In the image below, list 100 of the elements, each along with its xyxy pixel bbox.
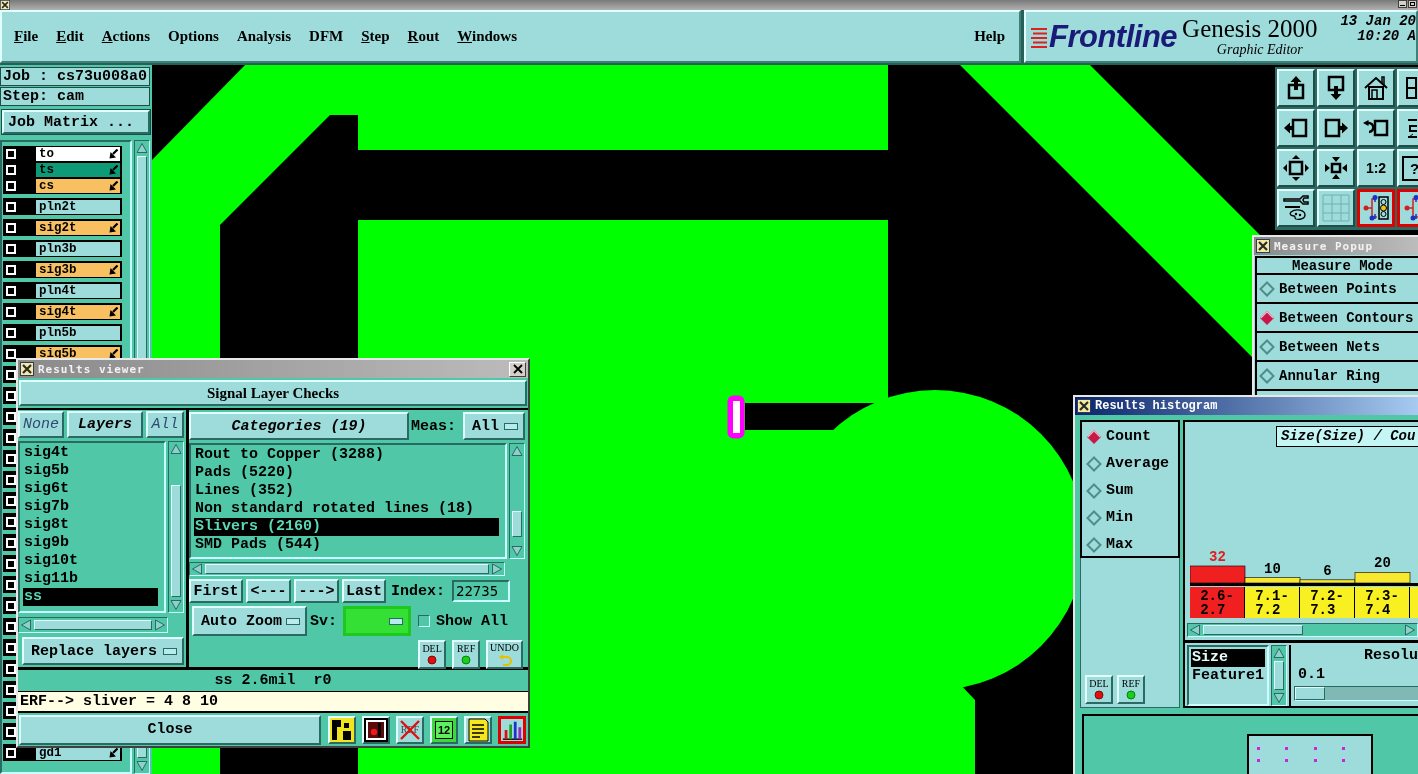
menu-item[interactable]: DFM (308, 25, 345, 48)
bin-label[interactable]: 7.1-7.2 (1245, 587, 1300, 618)
layer-item[interactable]: sig5b (23, 462, 158, 480)
layer-name[interactable]: sig3b (36, 262, 120, 277)
layer-name[interactable]: cs (36, 179, 120, 193)
vertical-scrollbar[interactable] (509, 443, 525, 559)
layer-checkbox[interactable] (6, 285, 16, 296)
bin-label[interactable]: 2.6-2.7 (1190, 587, 1245, 618)
category-item[interactable]: Lines (352) (194, 482, 499, 500)
field-item[interactable]: Size (1191, 649, 1265, 667)
last-button[interactable]: Last (342, 579, 386, 603)
help-menu[interactable]: Help (973, 25, 1006, 48)
radio-option[interactable]: Annular Ring (1257, 362, 1418, 391)
histogram-bar[interactable] (1299, 579, 1356, 584)
index-field[interactable]: 22735 (452, 580, 510, 602)
layer-mode-menu[interactable]: Replace layers (22, 637, 184, 665)
scroll-thumb[interactable] (34, 620, 152, 630)
undo-button[interactable]: UNDO (486, 639, 523, 669)
scroll-thumb[interactable] (171, 485, 181, 597)
horizontal-scrollbar[interactable] (18, 617, 168, 633)
layer-name[interactable]: sig2t (36, 220, 120, 235)
first-button[interactable]: First (189, 579, 243, 603)
bin-label[interactable]: 7.3-7.4 (1355, 587, 1410, 618)
layer-item[interactable]: sig7b (23, 498, 158, 516)
layer-item[interactable]: sig8t (23, 516, 158, 534)
delete-button[interactable]: DEL (418, 639, 447, 669)
zoom-mode-menu[interactable]: Auto Zoom (192, 606, 307, 636)
histogram-bar[interactable] (1354, 572, 1411, 584)
previous-button[interactable]: <--- (246, 579, 291, 603)
layer-checkbox[interactable] (6, 327, 16, 338)
layer-checkbox[interactable] (6, 348, 16, 359)
menu-item[interactable]: Actions (100, 25, 152, 48)
layer-checkbox[interactable] (6, 243, 16, 254)
category-item[interactable]: Non standard rotated lines (18) (194, 500, 499, 518)
scroll-thumb[interactable] (1274, 661, 1284, 690)
menu-item[interactable]: Step (360, 25, 391, 48)
show-all-checkbox[interactable] (418, 615, 430, 627)
job-matrix-button[interactable]: Job Matrix ... (2, 110, 150, 134)
layer-item[interactable]: sig11b (23, 570, 158, 588)
radio-option[interactable]: Between Contours (1257, 304, 1418, 333)
layer-checkbox[interactable] (6, 201, 16, 212)
next-button[interactable]: ---> (294, 579, 339, 603)
ref-button[interactable]: REF (1117, 675, 1145, 704)
vertical-scrollbar[interactable] (1271, 645, 1287, 706)
maximize-button[interactable] (1408, 0, 1417, 8)
category-item[interactable]: Rout to Copper (3288) (194, 446, 499, 464)
layer-checkbox[interactable] (6, 149, 16, 159)
layer-item[interactable]: sig10t (23, 552, 158, 570)
toolbar-button[interactable]: ? (1397, 149, 1418, 187)
meas-menu[interactable]: All (463, 412, 525, 440)
minimize-button[interactable] (1398, 0, 1407, 8)
layer-checkbox[interactable] (6, 222, 16, 233)
radio-option[interactable]: Count (1086, 423, 1178, 450)
menu-item[interactable]: Analysis (235, 25, 293, 48)
horizontal-scrollbar[interactable] (1187, 623, 1418, 637)
radio-option[interactable]: Min (1086, 504, 1178, 531)
layer-name[interactable]: pln4t (36, 283, 120, 298)
tool-button[interactable] (498, 715, 526, 744)
layer-name[interactable]: ts (36, 163, 120, 177)
layer-checkbox[interactable] (6, 306, 16, 317)
tool-button[interactable]: 12 (430, 715, 458, 744)
radio-option[interactable]: Average (1086, 450, 1178, 477)
radio-option[interactable]: Sum (1086, 477, 1178, 504)
ref-button[interactable]: REF (452, 639, 481, 669)
categories-button[interactable]: Categories (19) (189, 412, 409, 440)
layer-name[interactable]: pln2t (36, 199, 120, 214)
field-item[interactable]: Feature1 (1191, 667, 1265, 685)
menu-item[interactable]: Windows (456, 25, 519, 48)
layer-checkbox[interactable] (6, 747, 16, 758)
layer-checkbox[interactable] (6, 264, 16, 275)
menu-item[interactable]: Edit (55, 25, 85, 48)
histogram-bar[interactable] (1190, 565, 1246, 584)
layer-item[interactable]: sig4t (23, 444, 158, 462)
layer-name[interactable]: to (36, 147, 120, 161)
scroll-thumb[interactable] (512, 511, 522, 537)
layers-button[interactable]: Layers (67, 411, 143, 438)
layer-checkbox[interactable] (6, 181, 16, 191)
horizontal-scrollbar[interactable] (189, 562, 505, 576)
category-item[interactable]: SMD Pads (544) (194, 536, 499, 554)
menu-item[interactable]: File (13, 25, 40, 48)
close-button[interactable]: Close (19, 714, 321, 745)
menu-item[interactable]: Rout (406, 25, 441, 48)
select-all-button[interactable]: All (146, 411, 184, 438)
layer-name[interactable]: pln3b (36, 241, 120, 256)
vertical-scrollbar[interactable] (168, 441, 184, 613)
layer-item[interactable]: ss (23, 588, 158, 606)
category-item[interactable]: Slivers (2160) (194, 518, 499, 536)
scroll-thumb[interactable] (205, 564, 489, 574)
radio-option[interactable]: Between Nets (1257, 333, 1418, 362)
layer-item[interactable]: sig9b (23, 534, 158, 552)
menu-item[interactable]: Options (167, 25, 220, 48)
histogram-bar[interactable] (1244, 577, 1301, 584)
layer-name[interactable]: pln5b (36, 325, 120, 340)
category-item[interactable]: Pads (5220) (194, 464, 499, 482)
radio-option[interactable]: Max (1086, 531, 1178, 558)
layer-name[interactable]: sig4t (36, 304, 120, 319)
radio-option[interactable]: Between Points (1257, 275, 1418, 304)
layer-checkbox[interactable] (6, 165, 16, 175)
layer-item[interactable]: sig6t (23, 480, 158, 498)
select-none-button[interactable]: None (18, 411, 64, 438)
